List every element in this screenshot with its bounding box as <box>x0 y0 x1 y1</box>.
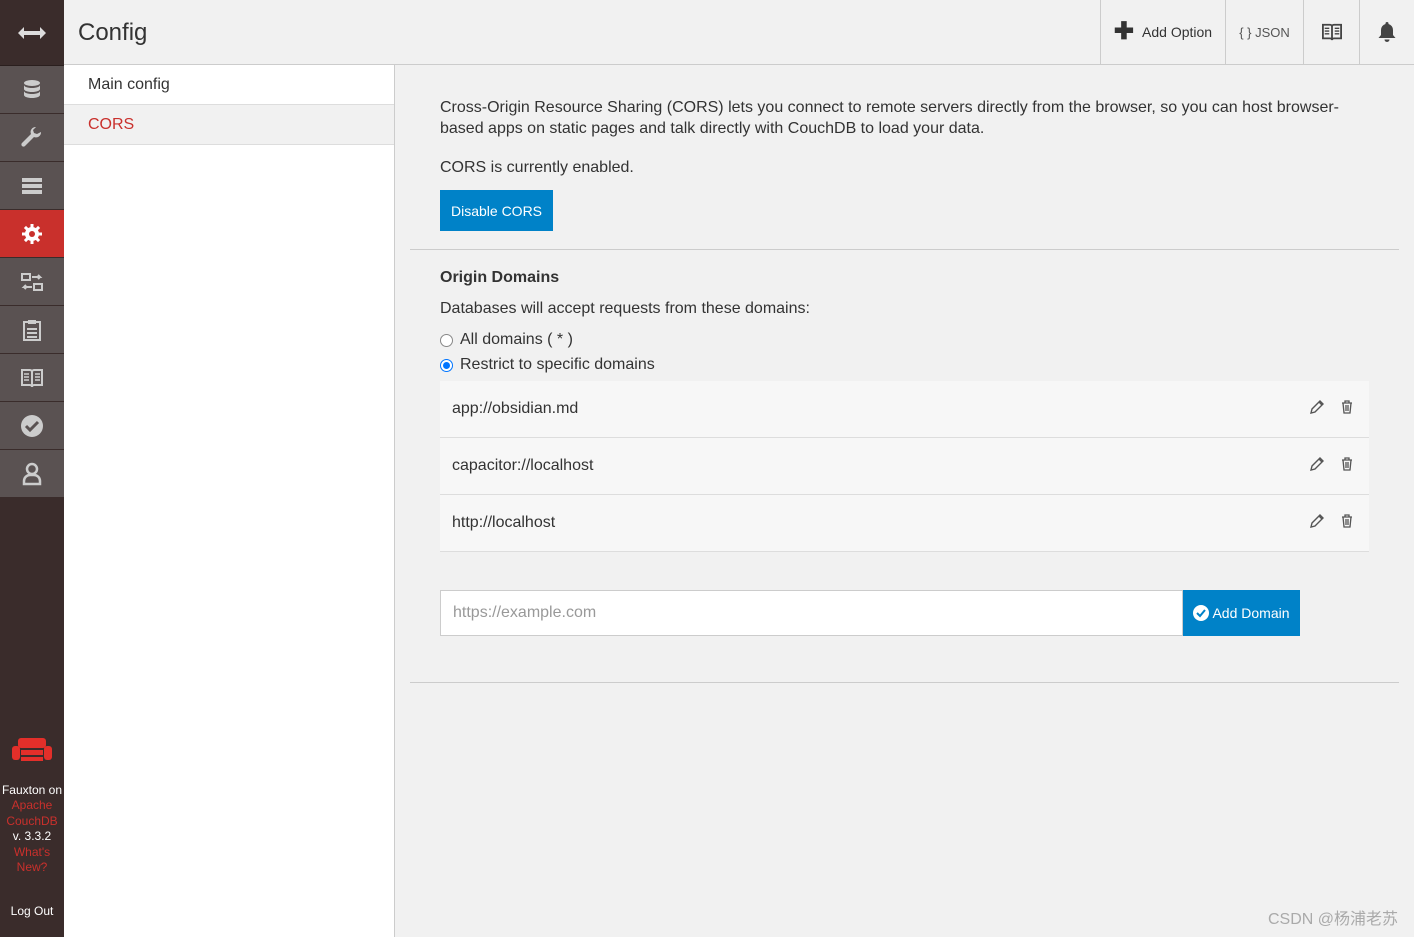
watermark: CSDN @杨浦老苏 <box>1267 911 1398 928</box>
wrench-icon <box>21 126 42 147</box>
nav-verify[interactable] <box>0 402 64 450</box>
book-icon <box>21 368 43 387</box>
domain-list: app://obsidian.md capacitor://localhost … <box>440 381 1369 552</box>
origin-domains-heading: Origin Domains <box>440 269 560 286</box>
fauxton-on-label: Fauxton on <box>1 782 63 797</box>
nav-config[interactable] <box>0 210 64 258</box>
nav-active-tasks[interactable] <box>0 162 64 210</box>
domain-row: http://localhost <box>440 495 1369 552</box>
cors-panel: Cross-Origin Resource Sharing (CORS) let… <box>395 65 1414 937</box>
gear-icon <box>22 223 42 244</box>
trash-icon[interactable] <box>1339 513 1355 529</box>
user-icon <box>22 462 42 485</box>
pencil-icon[interactable] <box>1309 456 1325 472</box>
domain-row: capacitor://localhost <box>440 438 1369 495</box>
config-sidebar: Main config CORS <box>64 65 395 937</box>
header: Config ✚ Add Option { } JSON <box>64 0 1414 65</box>
radio-all-domains-label: All domains ( * ) <box>460 331 573 348</box>
book-icon <box>1321 23 1342 41</box>
check-circle-icon <box>21 414 43 437</box>
notifications-button[interactable] <box>1359 0 1414 64</box>
nav-footer: Fauxton on Apache CouchDB v. 3.3.2 What'… <box>0 736 64 937</box>
radio-button[interactable] <box>440 333 453 347</box>
json-button[interactable]: { } JSON <box>1225 0 1303 64</box>
add-domain-label: Add Domain <box>1212 605 1290 621</box>
logout-link[interactable]: Log Out <box>0 904 64 920</box>
pencil-icon[interactable] <box>1309 513 1325 529</box>
domain-input[interactable] <box>440 590 1183 636</box>
origin-domains-description: Databases will accept requests from thes… <box>440 300 810 317</box>
couchdb-logo-icon <box>0 736 64 769</box>
domain-url: http://localhost <box>452 514 556 531</box>
radio-button-checked[interactable] <box>440 358 453 372</box>
disable-cors-button[interactable]: Disable CORS <box>440 190 553 231</box>
nav-user[interactable] <box>0 450 64 498</box>
sidebar-item-main-config[interactable]: Main config <box>64 65 394 105</box>
active-tasks-icon <box>22 177 42 194</box>
cors-intro-text: Cross-Origin Resource Sharing (CORS) let… <box>440 99 1339 137</box>
add-option-label: Add Option <box>1142 24 1213 40</box>
whats-new-link[interactable]: What's <box>0 845 64 861</box>
bell-icon <box>1378 22 1396 42</box>
clipboard-icon <box>23 319 41 341</box>
replication-icon <box>21 272 43 291</box>
domain-row: app://obsidian.md <box>440 381 1369 438</box>
version-label: v. 3.3.2 <box>12 829 52 843</box>
check-circle-icon <box>1193 605 1210 621</box>
left-nav: Fauxton on Apache CouchDB v. 3.3.2 What'… <box>0 0 64 937</box>
whats-new-link-2[interactable]: New? <box>0 860 64 876</box>
sidebar-item-cors[interactable]: CORS <box>64 105 394 145</box>
add-domain-button[interactable]: Add Domain <box>1183 590 1300 636</box>
trash-icon[interactable] <box>1339 456 1355 472</box>
plus-icon: ✚ <box>1113 18 1135 45</box>
nav-databases[interactable] <box>0 66 64 114</box>
couchdb-link[interactable]: CouchDB <box>0 814 64 830</box>
nav-replication[interactable] <box>0 258 64 306</box>
documentation-button[interactable] <box>1303 0 1359 64</box>
nav-setup[interactable] <box>0 114 64 162</box>
nav-logs[interactable] <box>0 306 64 354</box>
apache-link[interactable]: Apache <box>0 798 64 814</box>
cors-status-text: CORS is currently enabled. <box>440 159 634 176</box>
domain-url: capacitor://localhost <box>452 457 594 474</box>
divider <box>410 682 1399 683</box>
radio-restrict-domains-label: Restrict to specific domains <box>460 356 655 373</box>
radio-all-domains[interactable]: All domains ( * ) <box>440 331 573 349</box>
add-option-button[interactable]: ✚ Add Option <box>1100 0 1225 64</box>
domain-url: app://obsidian.md <box>452 400 579 417</box>
nav-documentation[interactable] <box>0 354 64 402</box>
page-title: Config <box>78 19 148 46</box>
databases-icon <box>24 79 40 98</box>
divider <box>410 249 1399 250</box>
pencil-icon[interactable] <box>1309 399 1325 415</box>
radio-restrict-domains[interactable]: Restrict to specific domains <box>440 356 655 374</box>
collapse-nav-icon[interactable] <box>0 0 64 66</box>
trash-icon[interactable] <box>1339 399 1355 415</box>
